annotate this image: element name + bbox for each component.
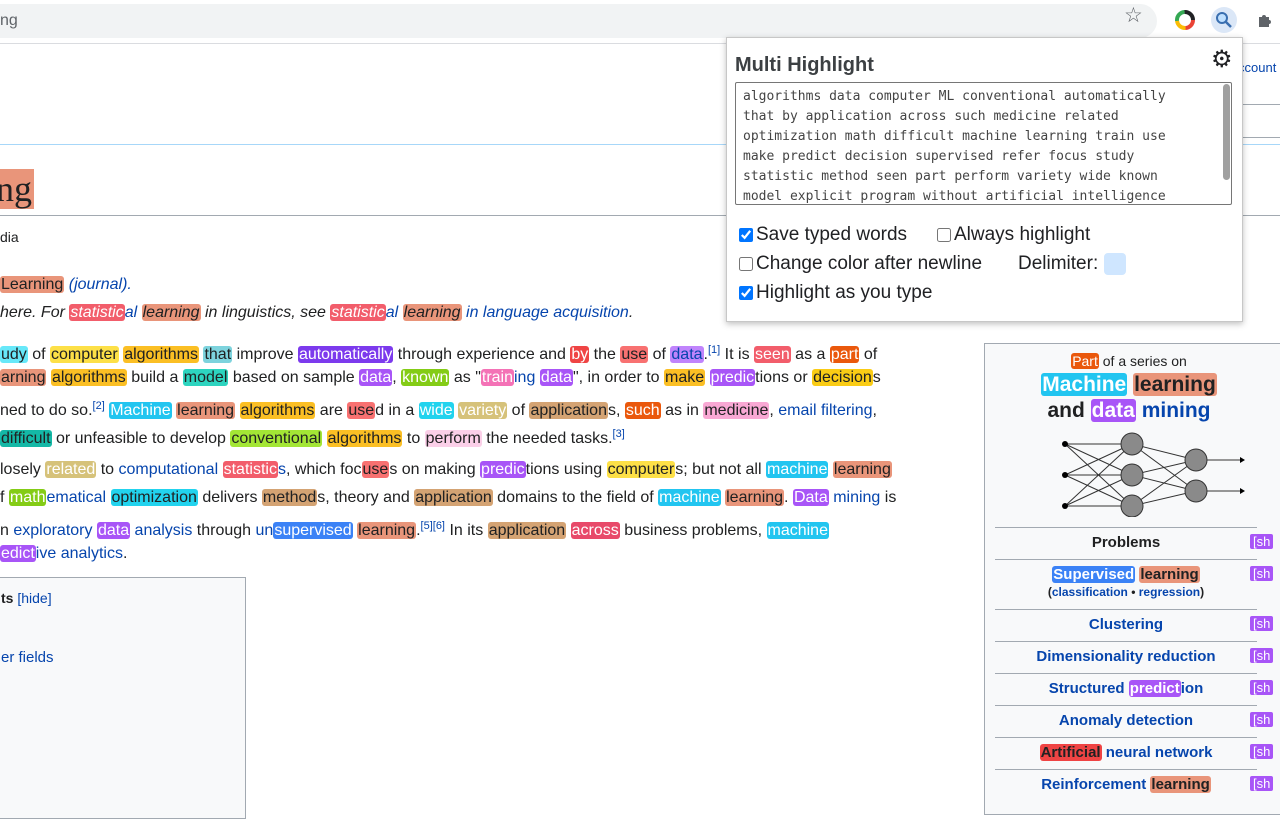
show-button[interactable]: [sh — [1250, 712, 1274, 727]
popup-title: Multi Highlight — [735, 54, 874, 76]
change-color-option[interactable]: Change color after newline — [739, 253, 982, 275]
sidebar-predict-word: predict — [1128, 680, 1181, 697]
sidebar-row-anomaly[interactable]: Anomaly detection [sh — [995, 705, 1274, 737]
hatnote-link-statistical2-end[interactable]: al — [386, 304, 403, 321]
ml-series-sidebar: Part of a series on Machine learning and… — [984, 343, 1280, 815]
page-title-text: ng — [0, 169, 34, 209]
highlight-as-type-checkbox[interactable] — [739, 286, 753, 300]
address-bar[interactable]: ng — [0, 4, 1157, 38]
show-button[interactable]: [sh — [1250, 616, 1274, 631]
account-link[interactable]: ccount — [1238, 60, 1276, 75]
sidebar-row-supervised[interactable]: Supervised learning (classification • reg… — [995, 559, 1274, 609]
save-typed-option[interactable]: Save typed words — [739, 224, 907, 246]
save-typed-label: Save typed words — [756, 224, 908, 245]
color-wheel-extension-icon[interactable] — [1172, 7, 1198, 33]
change-color-label: Change color after newline — [756, 253, 983, 274]
paragraph-2-line-4: edictive analytics. — [0, 545, 128, 562]
search-extension-icon[interactable] — [1211, 7, 1237, 33]
hatnote-link-statistical2[interactable]: statistic — [330, 304, 386, 321]
sidebar-row-dimred-label: Dimensionality reduction — [1036, 648, 1216, 665]
bookmark-star-icon[interactable]: ☆ — [1124, 5, 1143, 26]
sidebar-row-clustering[interactable]: Clustering [sh — [995, 609, 1274, 641]
always-highlight-checkbox[interactable] — [937, 228, 951, 242]
delimiter-setting: Delimiter: — [1018, 253, 1127, 275]
sidebar-series-text: of a series on — [1098, 353, 1187, 369]
show-button[interactable]: [sh — [1250, 776, 1274, 791]
sidebar-row-structured[interactable]: Structured prediction [sh — [995, 673, 1274, 705]
sidebar-row-problems[interactable]: Problems [sh — [995, 527, 1274, 559]
puzzle-extension-icon[interactable] — [1252, 7, 1278, 33]
hatnote-link-statistical[interactable]: statistic — [69, 304, 125, 321]
from-wikipedia: dia — [0, 229, 19, 245]
hatnote-link-learning2[interactable]: learning — [141, 304, 201, 321]
sidebar-artificial-word: Artificial — [1039, 744, 1102, 761]
sidebar-title-data: data — [1090, 399, 1136, 422]
sidebar-title-mining: mining — [1141, 399, 1211, 422]
sidebar-part-word: Part — [1071, 353, 1099, 369]
show-button[interactable]: [sh — [1250, 534, 1274, 549]
sidebar-row-dimred[interactable]: Dimensionality reduction [sh — [995, 641, 1274, 673]
highlight-words-textarea[interactable]: algorithms data computer ML conventional… — [735, 82, 1232, 205]
sidebar-title-and: and — [1047, 399, 1085, 422]
toc-title: ts [hide] — [1, 590, 52, 606]
hatnote-link-language-acquisition[interactable]: in language acquisition — [462, 304, 629, 321]
table-of-contents: ts [hide] er fields — [0, 577, 246, 819]
sidebar-row-anomaly-label: Anomaly detection — [1058, 712, 1194, 729]
regression-link[interactable]: regression — [1139, 585, 1200, 599]
always-highlight-label: Always highlight — [954, 224, 1091, 245]
sidebar-learning-word: learning — [1139, 566, 1200, 583]
delimiter-input[interactable] — [1104, 253, 1127, 275]
sidebar-structured-end: ion — [1180, 680, 1204, 697]
paragraph-1-line-4: difficult or unfeasible to develop conve… — [0, 428, 625, 447]
hatnote-1: Learning (journal). — [0, 276, 132, 294]
classification-link[interactable]: classification — [1052, 585, 1128, 599]
sidebar-sub-dot: • — [1127, 585, 1139, 599]
toc-item[interactable]: er fields — [1, 649, 54, 666]
sidebar-title-learning: learning — [1133, 373, 1217, 396]
always-highlight-option[interactable]: Always highlight — [937, 224, 1090, 246]
hatnote-period: . — [628, 304, 634, 321]
sidebar-supervised-word: Supervised — [1052, 566, 1136, 583]
delimiter-label: Delimiter: — [1018, 253, 1099, 274]
show-button[interactable]: [sh — [1250, 566, 1274, 581]
sidebar-rl-learning-word: learning — [1150, 776, 1211, 793]
sidebar-row-problems-label: Problems — [1091, 534, 1161, 551]
sidebar-structured-text: Structured — [1048, 680, 1129, 697]
hatnote-text2: in linguistics, see — [200, 304, 331, 321]
sidebar-row-clustering-label: Clustering — [1088, 616, 1164, 633]
paragraph-1-line-2: arning algorithms build a model based on… — [0, 369, 881, 386]
sidebar-ann-text: neural network — [1101, 744, 1213, 761]
page-title: ng — [0, 166, 34, 212]
hatnote-2: here. For statistical learning in lingui… — [0, 304, 633, 322]
hatnote-link-learning3[interactable]: learning — [402, 304, 462, 321]
sidebar-sub-close: ) — [1200, 585, 1205, 599]
hatnote-link-statistical-end[interactable]: al — [125, 304, 142, 321]
sidebar-row-ann[interactable]: Artificial neural network [sh — [995, 737, 1274, 769]
show-button[interactable]: [sh — [1250, 680, 1274, 695]
toc-hide-link[interactable]: [hide] — [17, 590, 51, 606]
sidebar-title[interactable]: Machine learning and data mining — [985, 372, 1273, 424]
address-bar-text: ng — [0, 12, 18, 29]
hatnote-link-learning[interactable]: Learning — [0, 276, 65, 293]
gear-icon[interactable]: ⚙ — [1211, 48, 1233, 72]
sidebar-series-line: Part of a series on — [985, 353, 1273, 369]
hatnote-text: here. For — [0, 304, 70, 321]
textarea-scrollbar[interactable] — [1223, 84, 1230, 180]
highlight-as-type-option[interactable]: Highlight as you type — [739, 282, 932, 304]
sidebar-rl-text: Reinforcement — [1041, 776, 1151, 793]
show-button[interactable]: [sh — [1250, 744, 1274, 759]
sidebar-row-rl[interactable]: Reinforcement learning [sh — [995, 769, 1274, 801]
show-button[interactable]: [sh — [1250, 648, 1274, 663]
multi-highlight-popup: Multi Highlight ⚙ algorithms data comput… — [726, 37, 1243, 322]
save-typed-checkbox[interactable] — [739, 228, 753, 242]
toc-title-text: ts — [1, 590, 14, 606]
hatnote-link-journal[interactable]: (journal). — [69, 276, 132, 293]
neural-network-diagram — [1062, 432, 1245, 517]
sidebar-title-machine: Machine — [1041, 373, 1128, 396]
sidebar-rows: Problems [sh Supervised learning (classifi… — [995, 527, 1274, 801]
change-color-checkbox[interactable] — [739, 257, 753, 271]
paragraph-2-line-2: f mathematical optimization delivers met… — [0, 489, 897, 506]
paragraph-2-line-1: losely related to computational statisti… — [0, 461, 892, 478]
highlight-as-type-label: Highlight as you type — [756, 282, 933, 303]
